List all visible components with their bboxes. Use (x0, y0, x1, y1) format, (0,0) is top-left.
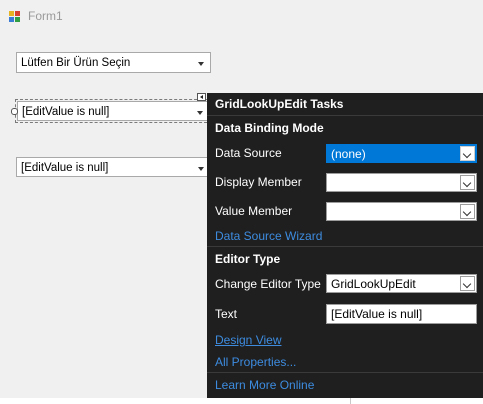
title-bar: Form1 (0, 0, 483, 30)
window-title: Form1 (28, 9, 63, 23)
product-combo-value: Lütfen Bir Ürün Seçin (21, 57, 131, 69)
text-input-value: [EditValue is null] (331, 307, 423, 321)
data-source-combo[interactable]: (none) (326, 144, 477, 163)
data-source-wizard-link[interactable]: Data Source Wizard (215, 229, 322, 243)
grid-lookup-edit-value: [EditValue is null] (22, 106, 110, 118)
value-member-combo[interactable] (326, 202, 477, 221)
display-member-combo[interactable] (326, 173, 477, 192)
data-binding-section-title: Data Binding Mode (215, 121, 324, 135)
tasks-panel-title: GridLookUpEdit Tasks (215, 97, 344, 111)
editor-type-section-title: Editor Type (215, 252, 281, 266)
chevron-down-icon[interactable] (460, 204, 475, 219)
product-combo[interactable]: Lütfen Bir Ürün Seçin (16, 52, 211, 73)
data-source-value: (none) (331, 147, 366, 161)
divider (207, 115, 483, 116)
change-editor-type-value: GridLookUpEdit (331, 277, 416, 291)
resize-handle-left[interactable] (11, 108, 18, 115)
all-properties-link[interactable]: All Properties... (215, 355, 296, 369)
text-input[interactable]: [EditValue is null] (326, 304, 477, 324)
change-editor-type-label: Change Editor Type (215, 277, 321, 291)
chevron-down-icon[interactable] (198, 167, 204, 171)
divider (207, 246, 483, 247)
lookup-edit-combo[interactable]: [EditValue is null] (16, 157, 211, 177)
data-source-label: Data Source (215, 146, 282, 160)
chevron-down-icon[interactable] (198, 62, 204, 66)
chevron-down-icon[interactable] (460, 276, 475, 291)
smart-tag-icon[interactable] (197, 93, 206, 101)
design-view-link[interactable]: Design View (215, 333, 281, 347)
divider (207, 372, 483, 373)
form-app-icon (9, 11, 22, 23)
lookup-edit-combo-value: [EditValue is null] (21, 162, 109, 174)
value-member-label: Value Member (215, 204, 293, 218)
change-editor-type-combo[interactable]: GridLookUpEdit (326, 274, 477, 293)
text-label: Text (215, 307, 238, 321)
chevron-down-icon[interactable] (460, 146, 475, 161)
grid-edge (350, 398, 483, 404)
display-member-label: Display Member (215, 175, 302, 189)
chevron-down-icon[interactable] (197, 111, 203, 115)
chevron-down-icon[interactable] (460, 175, 475, 190)
grid-lookup-edit[interactable]: [EditValue is null] (15, 99, 212, 123)
learn-more-online-link[interactable]: Learn More Online (215, 378, 314, 392)
tasks-panel: GridLookUpEdit Tasks Data Binding Mode D… (207, 93, 483, 398)
